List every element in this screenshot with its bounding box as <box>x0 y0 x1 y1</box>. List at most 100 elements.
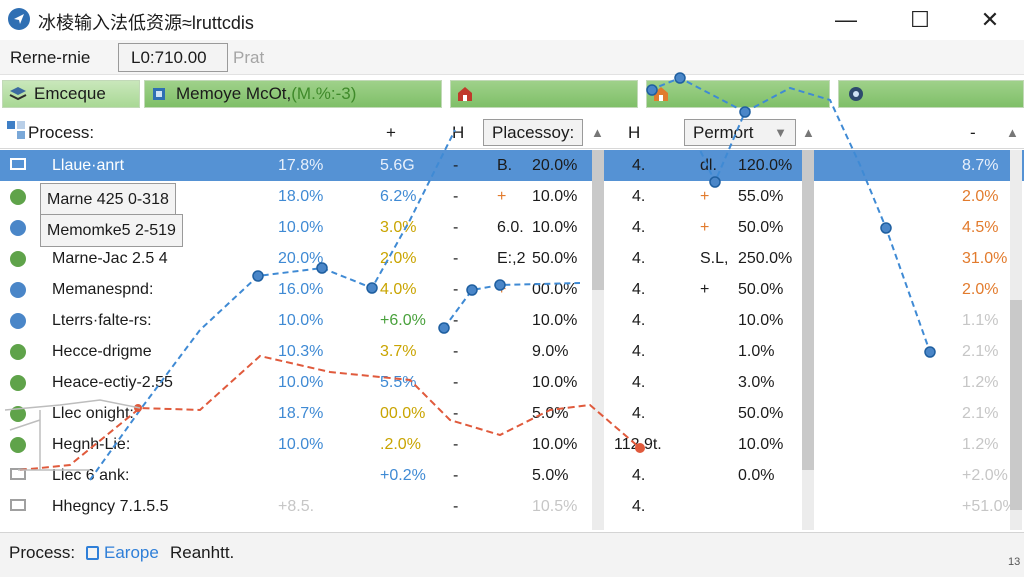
right-cell: 4.5% <box>962 218 999 236</box>
close-button[interactable]: ✕ <box>954 0 1024 40</box>
status-dot-icon <box>10 189 26 205</box>
dash-cell: - <box>453 249 459 267</box>
status-dot-icon <box>10 220 26 236</box>
process-square-icon <box>10 158 26 170</box>
tab-gear[interactable] <box>838 80 1024 108</box>
status-text: Reanhtt. <box>170 543 235 562</box>
placessoy-cell: 50.0% <box>532 249 578 267</box>
tab-house-1[interactable] <box>450 80 638 108</box>
table-row[interactable] <box>0 336 1024 367</box>
mem-cell: +6.0% <box>380 311 426 329</box>
h-cell: 4. <box>632 280 646 298</box>
column-process-label: Process: <box>28 122 95 142</box>
scroll-up-icon[interactable]: ▲ <box>1006 119 1019 146</box>
mem-cell: 5.6G <box>380 156 415 174</box>
h-cell: 4. <box>632 311 646 329</box>
mem-cell: +0.2% <box>380 466 426 484</box>
column-right[interactable]: - <box>970 119 976 146</box>
table-row[interactable] <box>0 305 1024 336</box>
cpu-cell: +8.5. <box>278 497 315 515</box>
column-permort-label: Permort <box>693 122 754 142</box>
process-name: Marne-Jac 2.5 4 <box>52 249 168 267</box>
cpu-cell: 10.3% <box>278 342 324 360</box>
process-name: Heace-ectiy-2.55 <box>52 373 173 391</box>
table-row[interactable] <box>0 429 1024 460</box>
scrollbar-thumb-3[interactable] <box>1010 300 1022 510</box>
tab-label: Emceque <box>34 84 106 103</box>
stack-icon <box>8 85 28 103</box>
column-plus[interactable]: + <box>386 119 396 146</box>
column-h2[interactable]: H <box>628 119 640 146</box>
right-cell: 2.0% <box>962 187 999 205</box>
column-permort[interactable]: Permort ▼ <box>684 119 796 146</box>
placessoy-cell: 10.0% <box>532 311 578 329</box>
tab-emceque[interactable]: Emceque <box>2 80 140 108</box>
dash-cell: - <box>453 311 459 329</box>
table-row[interactable] <box>0 398 1024 429</box>
dash-cell: - <box>453 373 459 391</box>
h-cell: 4. <box>632 249 646 267</box>
window-title: 冰棱输入法低资源≈lruttcdis <box>38 13 254 33</box>
aux-cell-2: + <box>700 187 710 205</box>
mem-cell: 4.0% <box>380 280 417 298</box>
table-row[interactable] <box>0 460 1024 491</box>
status-dot-icon <box>10 313 26 329</box>
sort-asc-icon-2[interactable]: ▲ <box>802 119 815 146</box>
status-label: Process: <box>9 543 76 562</box>
right-cell: +2.0% <box>962 466 1008 484</box>
column-h1[interactable]: H <box>452 119 464 146</box>
status-dot-icon <box>10 251 26 267</box>
right-cell: 31.0% <box>962 249 1008 267</box>
aux-cell-2: dl. <box>700 156 717 174</box>
h-cell: 4. <box>632 497 646 515</box>
permort-cell: 50.0% <box>738 280 784 298</box>
right-cell: 2.1% <box>962 342 999 360</box>
mem-cell: 5.5% <box>380 373 417 391</box>
status-link[interactable]: Earope <box>104 543 159 563</box>
aux-cell-2: + <box>700 218 710 236</box>
scrollbar-thumb-2[interactable] <box>802 150 814 470</box>
status-dot-icon <box>10 344 26 360</box>
cpu-cell: 18.7% <box>278 404 324 422</box>
aux-cell: E:,2 <box>497 249 526 267</box>
permort-cell: 3.0% <box>738 373 775 391</box>
sort-asc-icon[interactable]: ▲ <box>591 119 604 146</box>
mem-cell: 2.0% <box>380 249 417 267</box>
filter-field-placeholder[interactable]: Prat <box>233 48 264 68</box>
process-name: Hegnh-Lie: <box>52 435 131 453</box>
mem-cell: .2.0% <box>380 435 421 453</box>
cpu-cell: 10.0% <box>278 435 324 453</box>
placessoy-cell: 5.0% <box>532 404 569 422</box>
app-logo-icon <box>8 8 30 30</box>
process-name: Lterrs·falte-rs: <box>52 311 152 329</box>
table-row[interactable] <box>0 274 1024 305</box>
placessoy-cell: 10.0% <box>532 187 578 205</box>
maximize-button[interactable]: ☐ <box>884 0 956 40</box>
process-name: Llec 6 ank: <box>52 466 130 484</box>
column-placessoy[interactable]: Placessoy: <box>483 119 583 146</box>
tab-memory[interactable]: Memoye McOt, (M.%:-3) <box>144 80 442 108</box>
right-cell: 2.0% <box>962 280 999 298</box>
process-name: Hecce-drigme <box>52 342 152 360</box>
permort-cell: 50.0% <box>738 218 784 236</box>
cpu-cell: 10.0% <box>278 373 324 391</box>
house-icon <box>456 85 476 103</box>
minimize-button[interactable]: — <box>810 0 882 40</box>
right-cell: 8.7% <box>962 156 999 174</box>
placessoy-cell: 00.0% <box>532 280 578 298</box>
dash-cell: - <box>453 404 459 422</box>
column-placessoy-label: Placessoy: <box>492 122 575 142</box>
placessoy-cell: 10.5% <box>532 497 578 515</box>
link-icon <box>86 546 99 560</box>
value-field[interactable]: L0:710.00 <box>118 43 228 72</box>
cpu-cell: 10.0% <box>278 218 324 236</box>
right-cell: 1.2% <box>962 373 999 391</box>
cpu-cell: 16.0% <box>278 280 324 298</box>
tab-house-2[interactable] <box>646 80 830 108</box>
status-dot-icon <box>10 406 26 422</box>
column-process[interactable]: Process: <box>6 119 94 146</box>
h-cell: 4. <box>632 466 646 484</box>
aux-cell: + <box>497 187 507 205</box>
h-cell: 4. <box>632 156 646 174</box>
scrollbar-thumb-1[interactable] <box>592 150 604 290</box>
